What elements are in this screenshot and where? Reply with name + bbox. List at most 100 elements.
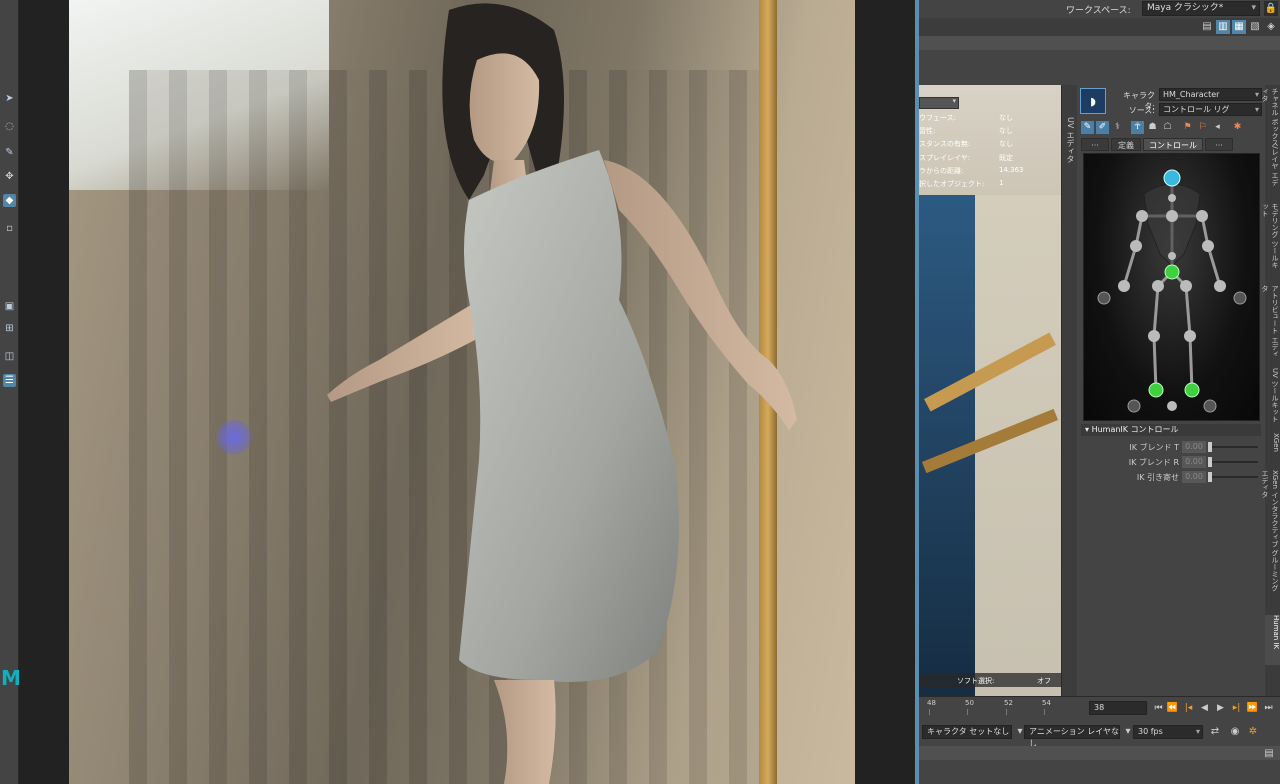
skeleton-icon[interactable]: ⚕: [1111, 121, 1124, 134]
character-set-dropdown[interactable]: キャラクタ セットなし: [922, 725, 1012, 739]
panel-menubar: [919, 50, 1280, 84]
preferences-icon[interactable]: ✲: [1246, 725, 1260, 739]
maya-window: ➤ ◌ ✎ ✥ ◆ ▫ ▣ ⊞ ◫ ☰ M ワークスペース: Maya クラシッ…: [0, 0, 1280, 784]
hud-row: スプレイレイヤ: 既定: [919, 153, 1061, 166]
tab-uv-editor[interactable]: UV エディタ: [1061, 85, 1077, 696]
auto-key-icon[interactable]: ◉: [1228, 725, 1242, 739]
humanik-rig-view[interactable]: [1083, 153, 1260, 421]
character-dropdown[interactable]: HM_Character ▾: [1159, 88, 1262, 101]
step-forward-frame-icon[interactable]: ▸|: [1230, 701, 1243, 715]
toggle-toolsettings-icon[interactable]: ▧: [1248, 20, 1262, 34]
rig-shoulder-r[interactable]: [1196, 210, 1208, 222]
release-pin-icon[interactable]: ✱: [1231, 121, 1244, 134]
heads-up-display: ▾ ウフェース: なし 習性: なし スタンスの有無: なし スプレイレイヤ: …: [919, 85, 1061, 688]
humanik-logo-icon: ◗: [1080, 88, 1106, 114]
rig-wrist-r[interactable]: [1214, 280, 1226, 292]
play-icon[interactable]: ▶: [1214, 701, 1227, 715]
tab-xgen[interactable]: XGen: [1265, 433, 1280, 461]
pose-mirror-icon[interactable]: ☖: [1161, 121, 1174, 134]
tab-attribute-editor[interactable]: アトリビュート エディタ: [1261, 285, 1280, 361]
lasso-tool-icon[interactable]: ◌: [3, 120, 16, 133]
chevron-down-icon: ▾: [952, 97, 956, 105]
ik-blend-t-row: IK ブレンド T 0.00: [1081, 441, 1261, 454]
rig-hip-r[interactable]: [1180, 280, 1192, 292]
rig-shoulder-l[interactable]: [1136, 210, 1148, 222]
humanik-controls-section[interactable]: ▾ HumanIK コントロール: [1081, 424, 1261, 436]
layout-quad-icon[interactable]: ⊞: [3, 322, 16, 335]
pin-rotate-icon[interactable]: ⚐: [1196, 121, 1209, 134]
source-label: ソース:: [1128, 106, 1155, 115]
layout-two-icon[interactable]: ◫: [3, 350, 16, 363]
pin-none-icon[interactable]: ◂: [1211, 121, 1224, 134]
ik-blend-t-field[interactable]: 0.00: [1182, 441, 1206, 453]
go-to-start-icon[interactable]: ⏮: [1152, 701, 1165, 715]
move-tool-icon[interactable]: ✥: [3, 170, 16, 183]
play-backward-icon[interactable]: ◀: [1198, 701, 1211, 715]
anim-layer-value: アニメーション レイヤなし: [1029, 727, 1119, 748]
tab-more-left[interactable]: ···: [1081, 138, 1109, 151]
workspace-label: ワークスペース:: [1066, 6, 1131, 16]
slider-handle[interactable]: [1208, 472, 1212, 482]
rig-elbow-l[interactable]: [1130, 240, 1142, 252]
step-back-frame-icon[interactable]: |◂: [1182, 701, 1195, 715]
tab-modeling-toolkit[interactable]: モデリング ツールキット: [1261, 203, 1280, 275]
rig-ankle-r[interactable]: [1184, 382, 1200, 398]
scale-tool-icon[interactable]: ▫: [3, 222, 16, 235]
rig-knee-l[interactable]: [1148, 330, 1160, 342]
shelf: [919, 36, 1280, 50]
rig-chest[interactable]: [1166, 210, 1178, 222]
ik-pull-slider[interactable]: [1208, 476, 1258, 478]
layout-single-icon[interactable]: ▣: [3, 300, 16, 313]
ik-blend-r-slider[interactable]: [1208, 461, 1258, 463]
toggle-modelingkit-icon[interactable]: ▦: [1232, 20, 1246, 34]
go-to-end-icon[interactable]: ⏭: [1262, 701, 1275, 715]
ik-blend-r-field[interactable]: 0.00: [1182, 456, 1206, 468]
toggle-channelbox-icon[interactable]: ▥: [1216, 20, 1230, 34]
stance-pose-icon[interactable]: ☥: [1131, 121, 1144, 134]
lock-icon[interactable]: 🔒: [1264, 1, 1278, 16]
tab-uv-toolkit[interactable]: UV ツールキット: [1265, 368, 1280, 428]
rig-hips[interactable]: [1164, 264, 1180, 280]
tab-xgen-grooming[interactable]: XGen インタラクティブ グルーミング エディタ: [1261, 470, 1280, 600]
layout-outliner-icon[interactable]: ☰: [3, 374, 16, 387]
rig-elbow-r[interactable]: [1202, 240, 1214, 252]
paint-tool-icon[interactable]: ✎: [3, 146, 16, 159]
tab-channel-box[interactable]: チャネル ボックス/レイヤ エディタ: [1261, 88, 1280, 186]
pin-translate-icon[interactable]: ⚑: [1181, 121, 1194, 134]
humanik-toolbar: ✎ ✐ ⚕ ☥ ☗ ☖ ⚑ ⚐ ◂ ✱: [1081, 120, 1261, 136]
current-frame-field[interactable]: 38: [1089, 701, 1147, 715]
rig-knee-r[interactable]: [1184, 330, 1196, 342]
anim-layer-dropdown[interactable]: アニメーション レイヤなし: [1024, 725, 1120, 748]
script-editor-icon[interactable]: ▤: [1262, 747, 1276, 761]
workspace-dropdown[interactable]: Maya クラシック* ▾: [1142, 1, 1260, 16]
loop-icon[interactable]: ⇄: [1208, 725, 1222, 739]
ik-blend-t-slider[interactable]: [1208, 446, 1258, 448]
ik-pull-field[interactable]: 0.00: [1182, 471, 1206, 483]
tab-controls[interactable]: コントロール: [1143, 138, 1203, 151]
right-tab-strip: チャネル ボックス/レイヤ エディタ モデリング ツールキット アトリビュート …: [1261, 85, 1280, 696]
rig-ankle-l[interactable]: [1148, 382, 1164, 398]
hud-dropdown[interactable]: ▾: [919, 97, 959, 109]
toggle-attribute-icon[interactable]: ▤: [1200, 20, 1214, 34]
select-tool-icon[interactable]: ➤: [3, 92, 16, 105]
tab-human-ik[interactable]: Human IK: [1265, 615, 1280, 665]
tick-label: 54: [1042, 699, 1051, 707]
tab-more-right[interactable]: ···: [1205, 138, 1233, 151]
slider-handle[interactable]: [1208, 442, 1212, 452]
slider-handle[interactable]: [1208, 457, 1212, 467]
step-back-key-icon[interactable]: ⏪: [1166, 701, 1179, 715]
rig-hip-l[interactable]: [1152, 280, 1164, 292]
rig-head[interactable]: [1163, 169, 1181, 187]
fps-dropdown[interactable]: 30 fps ▾: [1133, 725, 1203, 739]
humanik-rig-icon: [1097, 169, 1247, 413]
rotate-tool-icon[interactable]: ◆: [3, 194, 16, 207]
rig-wrist-l[interactable]: [1118, 280, 1130, 292]
param-label: IK ブレンド R: [1128, 458, 1179, 467]
source-dropdown[interactable]: コントロール リグ ▾: [1159, 103, 1262, 116]
tab-definition[interactable]: 定義: [1111, 138, 1141, 151]
toggle-layers-icon[interactable]: ◈: [1264, 20, 1278, 34]
step-forward-key-icon[interactable]: ⏩: [1246, 701, 1259, 715]
pose-icon[interactable]: ☗: [1146, 121, 1159, 134]
body-part-icon[interactable]: ✐: [1096, 121, 1109, 134]
full-body-icon[interactable]: ✎: [1081, 121, 1094, 134]
